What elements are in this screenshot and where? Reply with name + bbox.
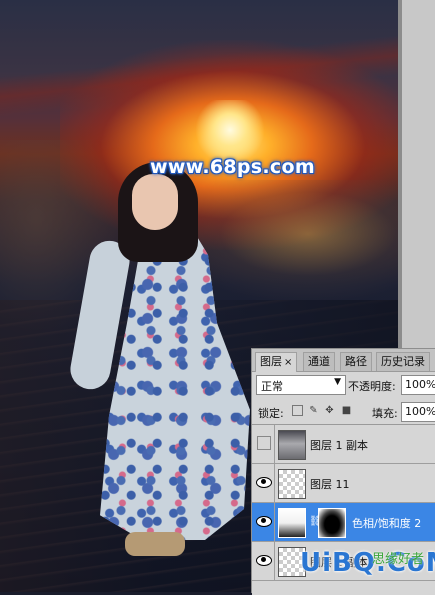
layer-row-selected[interactable]: ⛓ 色相/饱和度 2 [252, 503, 435, 542]
layer-row[interactable]: 图层 11 [252, 464, 435, 503]
panel-tabs: 图层 × 通道 路径 历史记录 [252, 349, 435, 372]
lock-transparent-icon[interactable] [292, 405, 303, 416]
tab-channels-label: 通道 [308, 355, 330, 368]
opacity-label: 不透明度: [348, 380, 396, 393]
layer-name: 图层 1 副本 [310, 439, 368, 452]
tab-layers-label: 图层 [260, 355, 282, 368]
opacity-value: 100% [405, 378, 435, 391]
layer-row[interactable]: 图层 1 副本 [252, 425, 435, 464]
visibility-cell[interactable] [252, 542, 275, 580]
tab-layers[interactable]: 图层 × [255, 352, 298, 372]
visibility-cell[interactable] [252, 503, 275, 541]
lock-move-icon[interactable]: ✥ [324, 405, 335, 416]
watermark-sub: 思缘好者 [372, 552, 425, 567]
visibility-cell[interactable] [252, 464, 275, 502]
watermark-68ps: www.68ps.com [150, 156, 315, 178]
eye-icon[interactable] [256, 477, 272, 488]
lock-label: 锁定: [258, 407, 284, 420]
woman-face [132, 174, 178, 230]
layer-thumbnail [278, 469, 306, 499]
blend-row: 正常 ▼ 不透明度: 100% [252, 372, 435, 398]
blend-mode-value: 正常 [261, 380, 283, 393]
eye-icon[interactable] [256, 516, 272, 527]
tab-history-label: 历史记录 [381, 355, 425, 368]
opacity-field[interactable]: 100% [401, 375, 435, 395]
canvas-scroll-edge[interactable] [398, 0, 402, 348]
sun [195, 100, 265, 160]
layer-mask-thumbnail[interactable] [318, 508, 346, 538]
woman-shoes [125, 532, 185, 556]
visibility-off-icon[interactable] [257, 436, 271, 450]
tab-paths[interactable]: 路径 [340, 352, 372, 371]
layer-name: 色相/饱和度 2 [352, 517, 422, 530]
fill-label: 填充: [372, 407, 398, 420]
chevron-down-icon: ▼ [334, 377, 341, 387]
layer-name: 图层 11 [310, 478, 350, 491]
adjustment-thumbnail [278, 508, 306, 538]
fill-value: 100% [405, 405, 435, 418]
visibility-cell[interactable] [252, 425, 275, 463]
tab-paths-label: 路径 [345, 355, 367, 368]
lock-row: 锁定: ✎ ✥ ■ 填充: 100% [252, 399, 435, 423]
canvas-side-strip [398, 0, 435, 348]
fill-field[interactable]: 100% [401, 402, 435, 422]
blend-mode-select[interactable]: 正常 ▼ [256, 375, 346, 395]
woman-figure [67, 160, 270, 560]
close-icon[interactable]: × [284, 357, 292, 368]
tab-channels[interactable]: 通道 [303, 352, 335, 371]
lock-all-icon[interactable]: ■ [341, 405, 352, 416]
tab-history[interactable]: 历史记录 [376, 352, 430, 371]
link-icon[interactable]: ⛓ [309, 516, 322, 528]
layer-thumbnail [278, 430, 306, 460]
eye-icon[interactable] [256, 555, 272, 566]
lock-brush-icon[interactable]: ✎ [308, 405, 319, 416]
